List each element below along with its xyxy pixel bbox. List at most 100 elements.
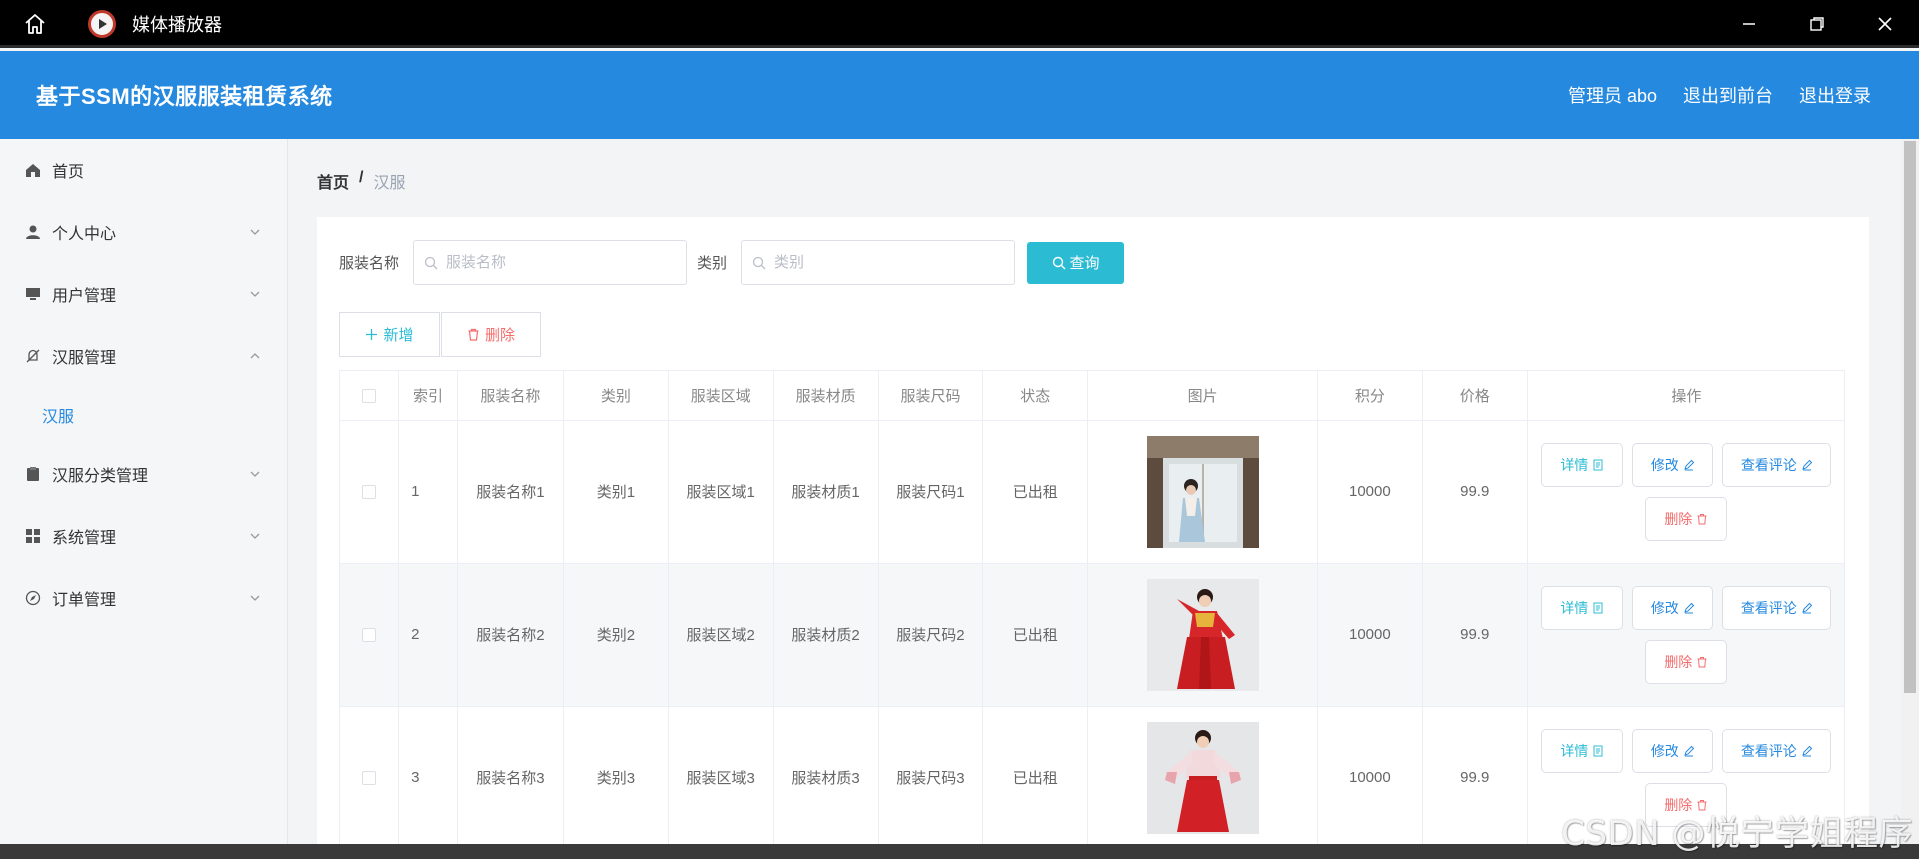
hanfu-photo[interactable] xyxy=(1146,435,1259,548)
sidebar-item-user-management[interactable]: 用户管理 xyxy=(0,263,287,325)
cell-name: 服装名称3 xyxy=(457,706,564,850)
cell-points: 10000 xyxy=(1317,420,1423,564)
hanfu-table: 索引 服装名称 类别 服装区域 服装材质 服装尺码 状态 图片 积分 价格 操作 xyxy=(339,370,1845,859)
sidebar-item-label: 汉服分类管理 xyxy=(52,468,149,485)
trash-icon xyxy=(1697,656,1707,667)
bell-off-icon xyxy=(24,347,42,365)
table-row: 2 服装名称2 类别2 服装区域2 服装材质2 服装尺码2 已出租 10000 … xyxy=(340,563,1844,707)
cell-index: 2 xyxy=(398,563,458,707)
delete-button[interactable]: 删除 xyxy=(1645,496,1728,541)
content-panel: 服装名称 类别 查询 新增 删除 xyxy=(317,217,1869,859)
hanfu-photo[interactable] xyxy=(1146,721,1259,834)
edit-button[interactable]: 修改 xyxy=(1632,585,1714,630)
edit-button-label: 修改 xyxy=(1650,456,1679,473)
name-search-field[interactable] xyxy=(413,240,688,285)
hanfu-photo[interactable] xyxy=(1146,578,1259,691)
search-bar: 服装名称 类别 查询 xyxy=(339,240,1125,285)
table-row: 1 服装名称1 类别1 服装区域1 服装材质1 服装尺码1 已出租 10000 … xyxy=(340,420,1844,564)
cell-actions: 详情 修改 查看评论 删除 xyxy=(1527,420,1844,564)
view-reviews-button[interactable]: 查看评论 xyxy=(1722,585,1832,630)
add-button[interactable]: 新增 xyxy=(339,312,440,357)
cell-category: 类别2 xyxy=(563,563,669,707)
edit-button-label: 修改 xyxy=(1650,599,1679,616)
row-checkbox[interactable] xyxy=(362,485,377,500)
cell-size: 服装尺码3 xyxy=(878,706,984,850)
sidebar-item-hanfu-management[interactable]: 汉服管理 xyxy=(0,325,287,387)
column-header: 操作 xyxy=(1527,371,1844,421)
edit-button[interactable]: 修改 xyxy=(1632,442,1714,487)
row-checkbox[interactable] xyxy=(362,628,377,643)
sidebar-item-label: 订单管理 xyxy=(52,592,117,609)
batch-delete-button[interactable]: 删除 xyxy=(441,312,541,357)
category-search-input[interactable] xyxy=(774,254,995,271)
plus-icon xyxy=(366,329,378,340)
edit-icon xyxy=(1802,602,1813,613)
admin-label: 管理员 abo xyxy=(1567,86,1657,106)
document-icon xyxy=(1593,459,1603,470)
query-button[interactable]: 查询 xyxy=(1027,241,1125,284)
select-all-checkbox[interactable] xyxy=(362,388,377,403)
close-icon[interactable] xyxy=(1851,0,1919,48)
query-button-label: 查询 xyxy=(1069,255,1100,272)
sidebar-item-hanfu-category[interactable]: 汉服分类管理 xyxy=(0,443,287,505)
cell-material: 服装材质2 xyxy=(773,563,879,707)
cell-region: 服装区域3 xyxy=(668,706,774,850)
row-select-cell xyxy=(340,420,400,564)
view-reviews-button[interactable]: 查看评论 xyxy=(1722,442,1832,487)
edit-button[interactable]: 修改 xyxy=(1632,728,1714,773)
trash-icon xyxy=(468,328,479,341)
scrollbar-thumb[interactable] xyxy=(1904,141,1916,693)
column-header: 索引 xyxy=(398,371,458,421)
system-title: 基于SSM的汉服服装租赁系统 xyxy=(36,84,333,109)
column-header: 图片 xyxy=(1087,371,1318,421)
name-search-input[interactable] xyxy=(446,254,667,271)
cell-index: 3 xyxy=(398,706,458,850)
name-search-label: 服装名称 xyxy=(339,255,400,272)
detail-button[interactable]: 详情 xyxy=(1541,728,1624,773)
edit-icon xyxy=(1684,745,1695,756)
main-content: 首页 / 汉服 服装名称 类别 查询 新增 xyxy=(289,139,1901,859)
batch-delete-button-label: 删除 xyxy=(484,327,515,344)
view-reviews-button[interactable]: 查看评论 xyxy=(1722,728,1832,773)
cell-size: 服装尺码2 xyxy=(878,563,984,707)
sidebar-item-home[interactable]: 首页 xyxy=(0,139,287,201)
column-header: 服装材质 xyxy=(773,371,879,421)
logout-link[interactable]: 退出登录 xyxy=(1799,82,1871,108)
cell-price: 99.9 xyxy=(1422,706,1528,850)
detail-button[interactable]: 详情 xyxy=(1541,585,1624,630)
minimize-icon[interactable] xyxy=(1715,0,1783,48)
csdn-watermark: CSDN @悦宁学姐程序 xyxy=(1561,814,1913,854)
cell-category: 类别3 xyxy=(563,706,669,850)
clipboard-icon xyxy=(24,465,42,483)
detail-button-label: 详情 xyxy=(1560,742,1589,759)
chevron-up-icon xyxy=(250,353,260,359)
cell-price: 99.9 xyxy=(1422,563,1528,707)
category-search-field[interactable] xyxy=(741,240,1016,285)
trash-icon xyxy=(1697,513,1707,524)
sidebar-subitem-hanfu[interactable]: 汉服 xyxy=(0,387,287,443)
view-reviews-button-label: 查看评论 xyxy=(1740,742,1797,759)
add-button-label: 新增 xyxy=(383,327,414,344)
row-checkbox[interactable] xyxy=(362,771,377,786)
titlebar-divider xyxy=(0,45,1919,48)
chevron-down-icon xyxy=(250,533,260,539)
delete-button[interactable]: 删除 xyxy=(1645,639,1728,684)
detail-button[interactable]: 详情 xyxy=(1541,442,1624,487)
sidebar-item-label: 首页 xyxy=(52,164,85,181)
view-reviews-button-label: 查看评论 xyxy=(1740,456,1797,473)
breadcrumb-home[interactable]: 首页 xyxy=(317,169,349,193)
delete-button-label: 删除 xyxy=(1664,653,1693,670)
row-select-cell xyxy=(340,563,400,707)
cell-material: 服装材质1 xyxy=(773,420,879,564)
delete-button-label: 删除 xyxy=(1664,510,1693,527)
restore-icon[interactable] xyxy=(1783,0,1851,48)
vertical-scrollbar[interactable] xyxy=(1901,139,1919,844)
chevron-down-icon xyxy=(250,595,260,601)
view-reviews-button-label: 查看评论 xyxy=(1740,599,1797,616)
search-icon xyxy=(1052,256,1066,269)
sidebar-item-order-management[interactable]: 订单管理 xyxy=(0,567,287,629)
sidebar-item-personal-center[interactable]: 个人中心 xyxy=(0,201,287,263)
sidebar-item-system-management[interactable]: 系统管理 xyxy=(0,505,287,567)
home-icon[interactable] xyxy=(0,0,70,48)
back-to-front-link[interactable]: 退出到前台 xyxy=(1683,82,1773,108)
